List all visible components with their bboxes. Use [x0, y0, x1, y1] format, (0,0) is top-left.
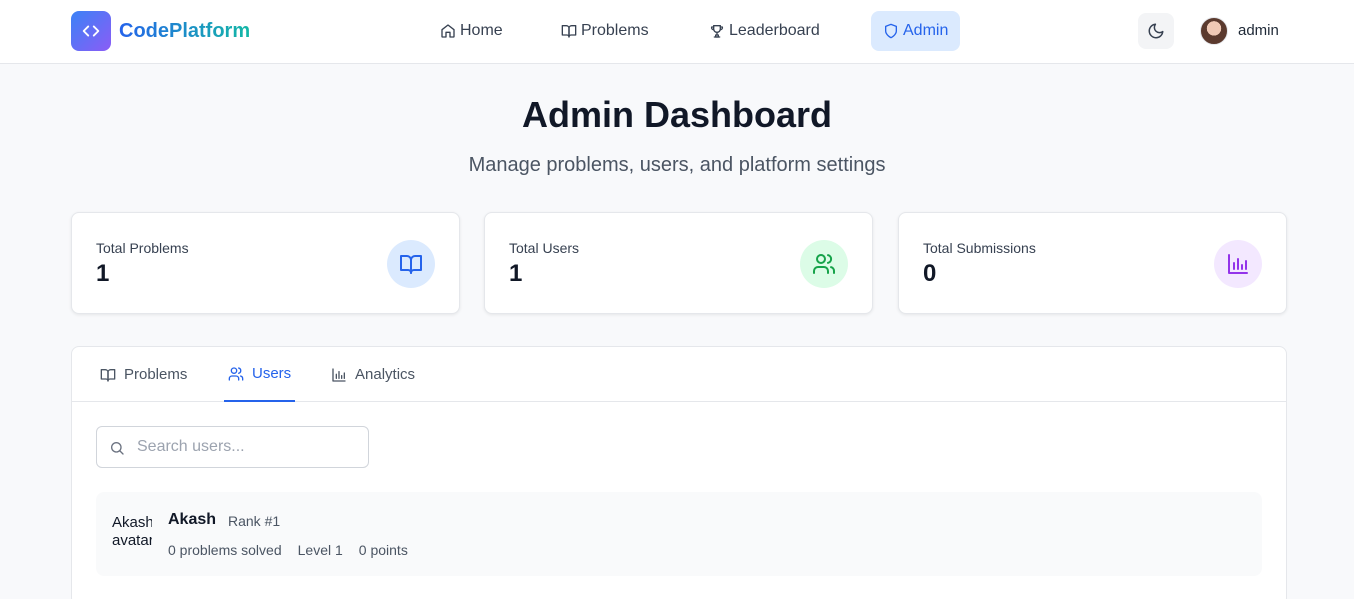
tab-users[interactable]: Users [224, 347, 296, 402]
stat-card-total-users: Total Users 1 [484, 212, 873, 314]
stat-label: Total Users [509, 240, 580, 256]
bar-chart-icon [332, 367, 346, 382]
users-icon [228, 366, 244, 381]
user-name: Akash [168, 511, 217, 528]
tab-problems-label: Problems [124, 366, 188, 383]
book-open-icon [100, 368, 116, 382]
bar-chart-icon [1214, 240, 1262, 288]
users-icon [800, 240, 848, 288]
moon-icon [1148, 23, 1164, 39]
page-title: Admin Dashboard [521, 94, 833, 135]
nav-problems-label: Problems [581, 22, 649, 39]
user-avatar[interactable] [1200, 17, 1228, 45]
problems-solved: 0 problems solved [168, 542, 282, 558]
tab-analytics-label: Analytics [355, 366, 416, 383]
nav-home[interactable]: Home [428, 11, 515, 51]
stat-label: Total Submissions [923, 240, 1036, 256]
avatar-alt-text: Akash's avatar [112, 514, 152, 549]
nav-leaderboard[interactable]: Leaderboard [697, 11, 832, 51]
trophy-icon [710, 25, 724, 38]
user-search-box [96, 426, 369, 468]
theme-toggle-button[interactable] [1138, 13, 1174, 49]
user-stats: 0 problems solved Level 1 0 points [168, 542, 424, 558]
user-level: Level 1 [297, 542, 343, 558]
admin-panel: Problems Users Analytics Akash's avatar … [71, 346, 1287, 599]
code-icon [71, 11, 111, 51]
stat-value: 1 [96, 260, 110, 287]
stat-card-total-problems: Total Problems 1 [71, 212, 460, 314]
tab-problems[interactable]: Problems [100, 347, 187, 402]
stat-value: 1 [509, 260, 523, 287]
tab-bar: Problems Users Analytics [72, 347, 1286, 402]
book-open-icon [561, 25, 577, 38]
stat-card-total-submissions: Total Submissions 0 [898, 212, 1287, 314]
username-label[interactable]: admin [1238, 22, 1279, 39]
brand-name: CodePlatform [119, 19, 251, 42]
nav-admin[interactable]: Admin [871, 11, 961, 51]
user-rank: Rank #1 [228, 513, 281, 529]
brand-logo[interactable]: CodePlatform [71, 11, 250, 51]
nav-home-label: Home [460, 22, 503, 39]
nav-problems[interactable]: Problems [549, 11, 661, 51]
user-list-item[interactable]: Akash's avatar Akash Rank #1 0 problems … [96, 492, 1262, 576]
page-subtitle: Manage problems, users, and platform set… [468, 154, 886, 176]
stat-label: Total Problems [96, 240, 189, 256]
nav-admin-label: Admin [903, 22, 949, 39]
search-icon [111, 442, 124, 455]
nav-leaderboard-label: Leaderboard [729, 22, 820, 39]
search-input[interactable] [137, 427, 362, 467]
stat-value: 0 [923, 260, 937, 287]
shield-icon [885, 23, 897, 39]
book-open-icon [387, 240, 435, 288]
user-points: 0 points [358, 542, 408, 558]
home-icon [441, 24, 455, 38]
user-avatar-image: Akash's avatar [112, 514, 152, 554]
tab-analytics[interactable]: Analytics [331, 347, 415, 402]
top-navbar: CodePlatform Home Problems Leaderboard A… [0, 0, 1354, 64]
tab-users-label: Users [252, 365, 292, 382]
